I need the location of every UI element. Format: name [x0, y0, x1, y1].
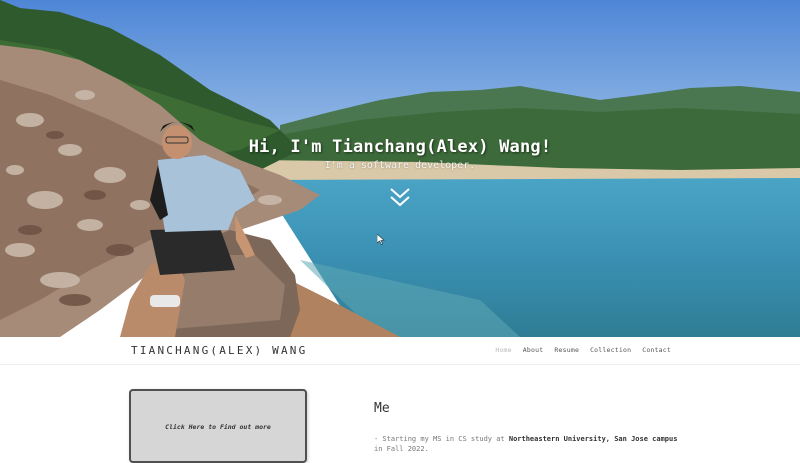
hero-title: Hi, I'm Tianchang(Alex) Wang! — [248, 137, 552, 157]
find-out-more-card[interactable]: Click Here to Find out more — [129, 389, 307, 463]
top-navbar: TIANCHANG(ALEX) WANG Home About Resume C… — [0, 337, 800, 365]
nav-links: Home About Resume Collection Contact — [495, 346, 671, 354]
university-name: Northeastern University, San Jose campus — [508, 435, 678, 443]
double-chevron-down-icon[interactable] — [389, 186, 411, 208]
nav-link-resume[interactable]: Resume — [554, 346, 579, 354]
intro-prefix: - Starting my MS in CS study at — [374, 435, 509, 443]
intro-suffix: in Fall 2022. — [374, 445, 429, 453]
hero-banner: Hi, I'm Tianchang(Alex) Wang! I'm a soft… — [0, 0, 800, 337]
nav-link-about[interactable]: About — [523, 346, 544, 354]
nav-link-contact[interactable]: Contact — [642, 346, 671, 354]
nav-link-home[interactable]: Home — [495, 346, 511, 354]
card-label: Click Here to Find out more — [165, 423, 271, 431]
about-intro: - Starting my MS in CS study at Northeas… — [374, 434, 684, 454]
nav-link-collection[interactable]: Collection — [590, 346, 631, 354]
about-heading: Me — [374, 401, 390, 416]
site-brand[interactable]: TIANCHANG(ALEX) WANG — [131, 344, 307, 357]
about-section: Click Here to Find out more Me - Startin… — [0, 365, 800, 463]
hero-subtitle: I'm a software developer. — [324, 160, 476, 171]
